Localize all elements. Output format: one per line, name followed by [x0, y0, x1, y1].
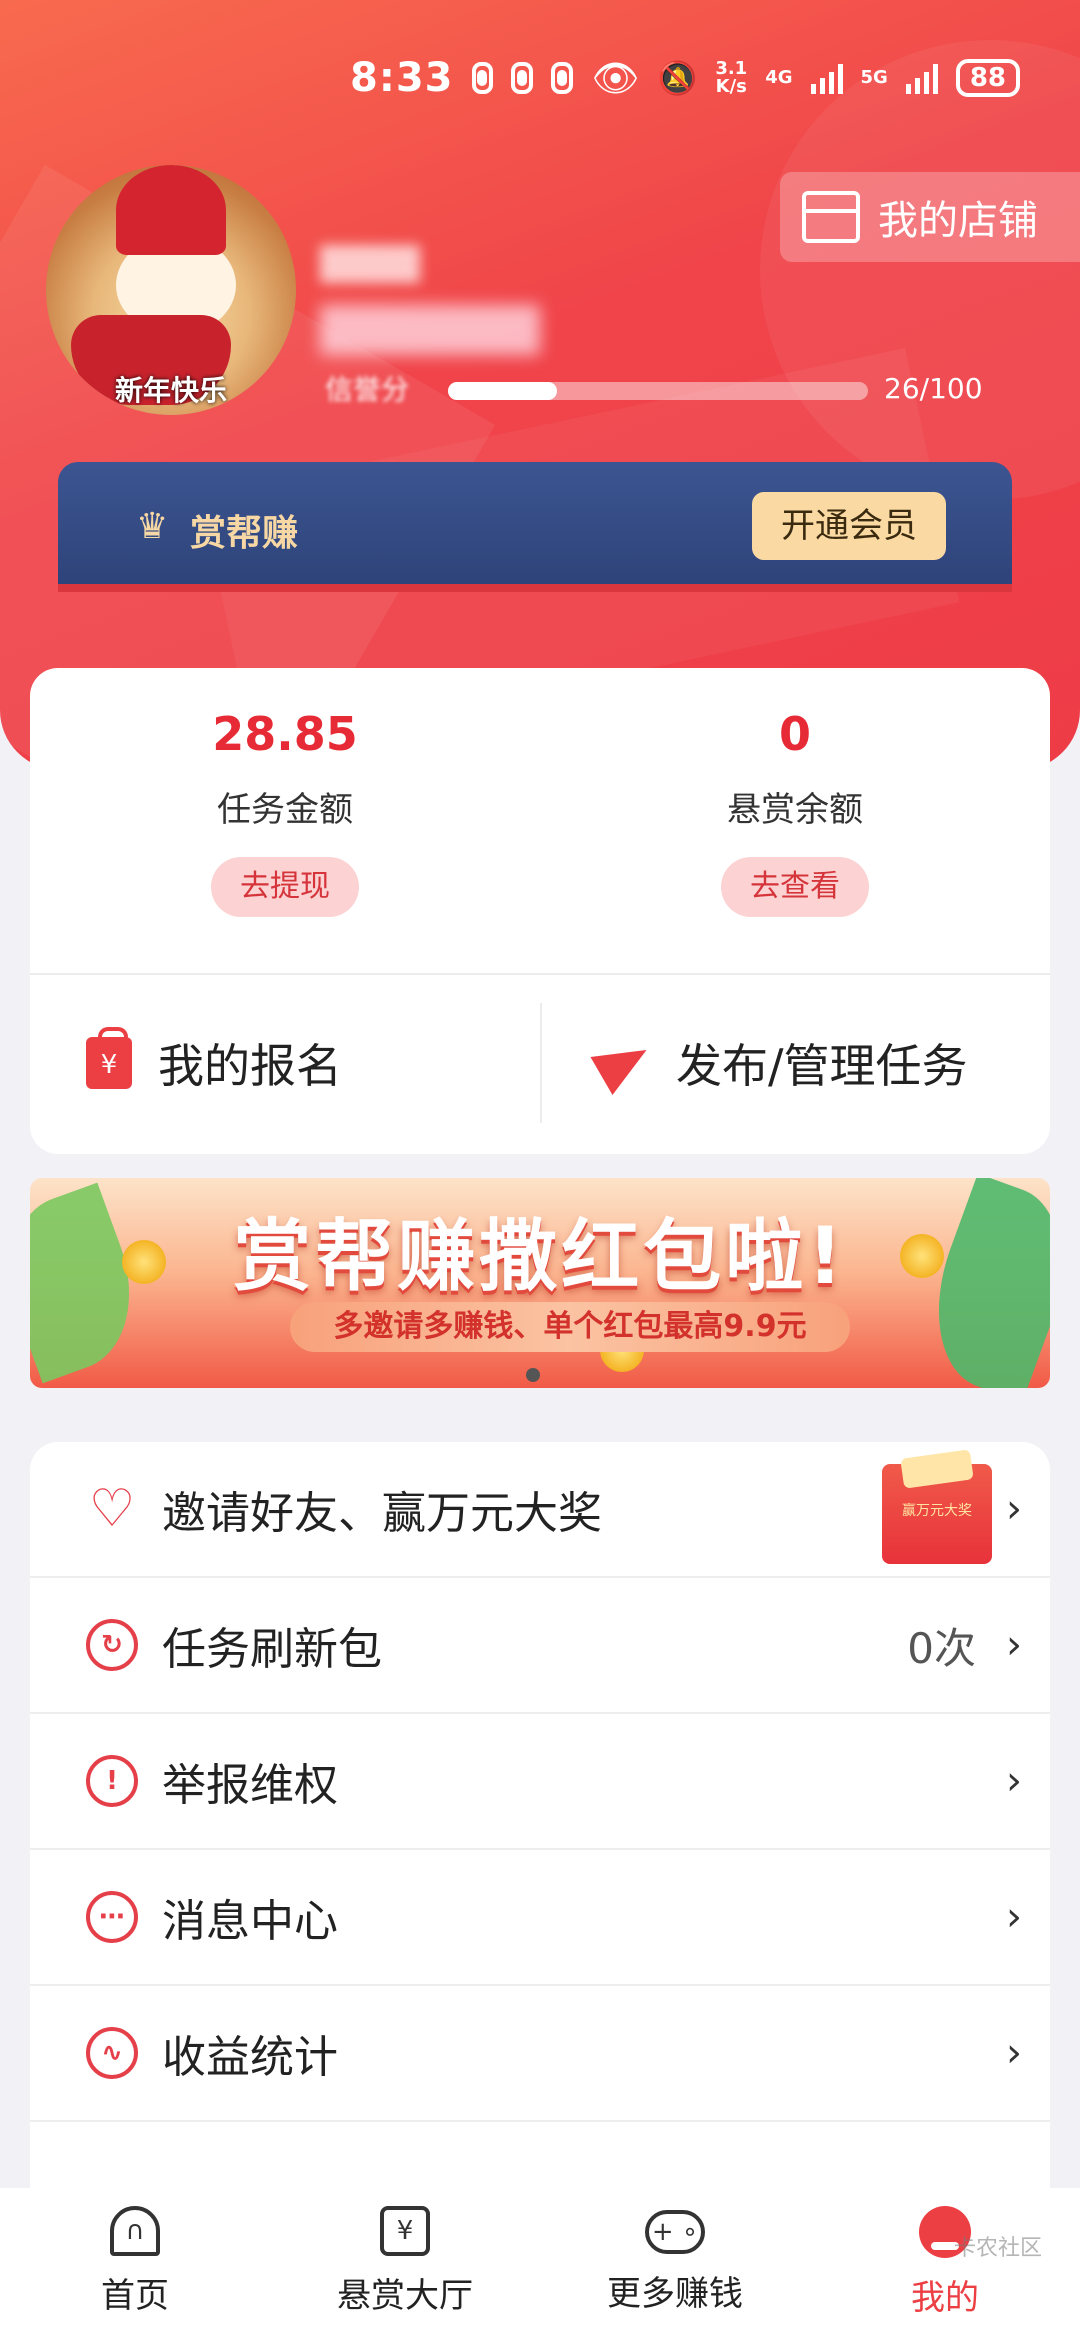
menu-label: 举报维权: [162, 1760, 338, 1811]
chevron-right-icon: ›: [1006, 1894, 1022, 1940]
task-amount-label: 任务金额: [217, 790, 353, 830]
menu-item-refresh-pack[interactable]: ↻ 任务刷新包 0次 ›: [30, 1578, 1050, 1714]
menu-label: 任务刷新包: [162, 1624, 382, 1675]
publish-manage-tasks-button[interactable]: 发布/管理任务: [590, 973, 968, 1153]
my-signups-label: 我的报名: [158, 1039, 342, 1093]
menu-label: 收益统计: [162, 2032, 338, 2083]
network-type-5g: 5G: [860, 67, 888, 88]
nav-label: 更多赚钱: [607, 2274, 743, 2314]
banner-subtitle: 多邀请多赚钱、单个红包最高9.9元: [290, 1302, 850, 1352]
credit-value: 26/100: [884, 372, 983, 405]
network-type-4g: 4G: [765, 67, 793, 88]
eye-icon: 👁: [591, 55, 640, 100]
paper-plane-icon: [590, 1030, 658, 1096]
chat-icon: ⋯: [86, 1891, 138, 1943]
credit-progress-bar: [448, 382, 868, 400]
credit-label: 信誉分: [325, 373, 410, 406]
store-icon: [802, 191, 860, 243]
red-packet-promo-icon: 赢万元大奖: [882, 1464, 992, 1564]
home-icon: ∩: [110, 2206, 160, 2256]
my-shop-label: 我的店铺: [878, 198, 1038, 244]
username-redacted: [320, 245, 420, 283]
yen-doc-icon: ¥: [380, 2206, 430, 2256]
warning-icon: !: [86, 1755, 138, 1807]
menu-list: ♡ 邀请好友、赢万元大奖 赢万元大奖 › ↻ 任务刷新包 0次 › ! 举报维权…: [30, 1442, 1050, 2222]
watermark: 卡农社区: [953, 2236, 1042, 2261]
divider: [540, 1003, 542, 1123]
nav-more-earning[interactable]: + ∘ 更多赚钱: [540, 2188, 810, 2340]
profile-header: 8:33 👁 🔕 3.1 K/s 4G 5G 88 新年快乐 信誉分 26/10…: [0, 0, 1080, 770]
gamepad-icon: + ∘: [645, 2210, 705, 2254]
app-notification-icon: [471, 62, 494, 94]
chart-icon: ∿: [86, 2027, 138, 2079]
avatar[interactable]: 新年快乐: [46, 165, 296, 415]
chevron-right-icon: ›: [1006, 1622, 1022, 1668]
reward-balance-label: 悬赏余额: [727, 790, 863, 830]
my-signups-button[interactable]: ¥ 我的报名: [86, 973, 342, 1153]
banner-title: 赏帮赚撒红包啦!: [233, 1212, 847, 1302]
vip-title: 赏帮赚: [190, 513, 299, 554]
menu-label: 消息中心: [162, 1896, 338, 1947]
chevron-right-icon: ›: [1006, 1758, 1022, 1804]
app-notification-icon: [511, 62, 534, 94]
bag-yen-icon: ¥: [86, 1027, 132, 1089]
signal-icon: [810, 62, 843, 94]
nav-home[interactable]: ∩ 首页: [0, 2188, 270, 2340]
net-speed-unit: K/s: [715, 76, 747, 97]
menu-item-messages[interactable]: ⋯ 消息中心 ›: [30, 1850, 1050, 1986]
credit-progress-fill: [448, 382, 558, 400]
chevron-right-icon: ›: [1006, 1486, 1022, 1532]
task-amount-value: 28.85: [212, 707, 358, 761]
heart-icon: ♡: [88, 1479, 136, 1539]
avatar-caption: 新年快乐: [114, 374, 227, 407]
refresh-count: 0次: [907, 1623, 976, 1673]
nav-mine[interactable]: 我的: [810, 2188, 1080, 2340]
user-id-redacted: [320, 305, 540, 355]
vip-card[interactable]: ♛ 赏帮赚 开通会员: [58, 462, 1012, 592]
app-notification-icon: [551, 62, 574, 94]
open-membership-button[interactable]: 开通会员: [752, 492, 946, 560]
view-balance-button[interactable]: 去查看: [721, 857, 869, 917]
refresh-icon: ↻: [86, 1619, 138, 1671]
net-speed: 3.1 K/s: [715, 60, 747, 96]
red-packet-banner[interactable]: 赏帮赚撒红包啦! 多邀请多赚钱、单个红包最高9.9元: [30, 1178, 1050, 1388]
signal-icon: [905, 62, 938, 94]
status-bar: 8:33 👁 🔕 3.1 K/s 4G 5G 88: [350, 48, 1021, 108]
status-time: 8:33: [350, 55, 454, 101]
publish-manage-tasks-label: 发布/管理任务: [676, 1039, 968, 1093]
nav-label: 我的: [911, 2278, 979, 2318]
avatar-santa-hat: [116, 165, 226, 255]
balance-card: 28.85 任务金额 去提现 0 悬赏余额 去查看 ¥ 我的报名 发布/管理任务: [30, 668, 1050, 1154]
reward-balance-value: 0: [778, 707, 811, 761]
bottom-nav: ∩ 首页 ¥ 悬赏大厅 + ∘ 更多赚钱 我的: [0, 2188, 1080, 2340]
nav-reward-hall[interactable]: ¥ 悬赏大厅: [270, 2188, 540, 2340]
battery-indicator: 88: [955, 59, 1021, 97]
menu-label: 邀请好友、赢万元大奖: [162, 1488, 602, 1539]
crown-icon: ♛: [136, 506, 169, 547]
nav-label: 首页: [101, 2276, 169, 2316]
withdraw-button[interactable]: 去提现: [211, 857, 359, 917]
menu-item-earnings-stats[interactable]: ∿ 收益统计 ›: [30, 1986, 1050, 2122]
menu-item-invite-friends[interactable]: ♡ 邀请好友、赢万元大奖 赢万元大奖 ›: [30, 1442, 1050, 1578]
task-amount-column: 28.85 任务金额 去提现: [30, 702, 540, 917]
carousel-dot: [526, 1368, 540, 1382]
chevron-right-icon: ›: [1006, 2030, 1022, 2076]
bell-muted-icon: 🔕: [657, 59, 698, 97]
my-shop-button[interactable]: 我的店铺: [780, 172, 1080, 262]
menu-item-report[interactable]: ! 举报维权 ›: [30, 1714, 1050, 1850]
reward-balance-column: 0 悬赏余额 去查看: [540, 702, 1050, 917]
nav-label: 悬赏大厅: [337, 2276, 473, 2316]
